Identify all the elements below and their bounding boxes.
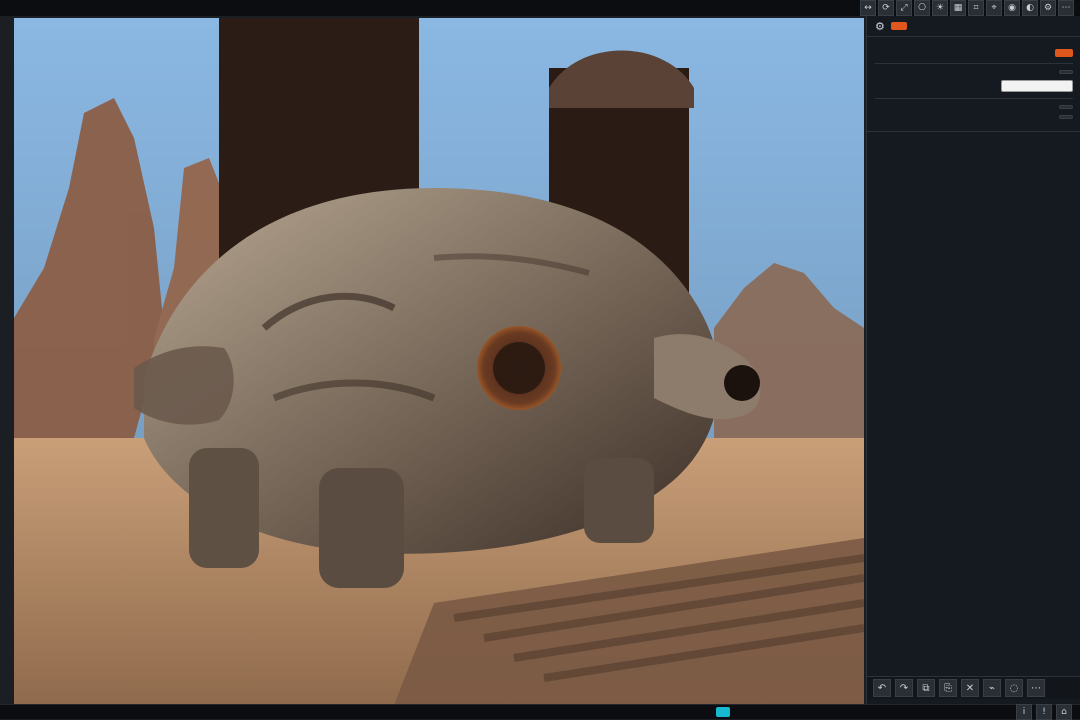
panel-header: ⚙ xyxy=(867,16,1080,37)
visibility-icon[interactable]: ◌ xyxy=(1005,679,1023,697)
bell-icon[interactable]: ⌂ xyxy=(1056,704,1072,720)
copy-icon[interactable]: ⧉ xyxy=(917,679,935,697)
gear-icon[interactable]: ⚙ xyxy=(875,20,885,33)
properties-panel: ⚙ ↶ ↷ ⧉ ⎘ ✕ ⌁ ◌ ⋯ xyxy=(866,16,1080,719)
accent-chip[interactable] xyxy=(1055,49,1073,57)
pill-button[interactable] xyxy=(1059,105,1073,109)
app-window: ↔ ⟳ ⤢ ⎔ ☀ ▦ ⌗ ⌖ ◉ ◐ ⚙ ⋯ ⚙ ↶ ↷ ⧉ ⎘ ✕ ⌁ ◌ … xyxy=(0,0,1080,720)
panel-row xyxy=(875,80,1073,92)
more-icon[interactable]: ⋯ xyxy=(1058,0,1074,16)
undo-icon[interactable]: ↶ xyxy=(873,679,891,697)
panel-row xyxy=(875,115,1073,119)
pill-button[interactable] xyxy=(1059,70,1073,74)
top-toolbar: ↔ ⟳ ⤢ ⎔ ☀ ▦ ⌗ ⌖ ◉ ◐ ⚙ ⋯ xyxy=(0,0,1080,16)
divider xyxy=(875,63,1073,64)
warning-icon[interactable]: ! xyxy=(1036,704,1052,720)
scale-icon[interactable]: ⤢ xyxy=(896,0,912,16)
panel-row xyxy=(875,49,1073,57)
rotate-icon[interactable]: ⟳ xyxy=(878,0,894,16)
panel-footer-tools: ↶ ↷ ⧉ ⎘ ✕ ⌁ ◌ ⋯ xyxy=(867,676,1080,699)
mesh-icon[interactable]: ▦ xyxy=(950,0,966,16)
panel-accent-badge xyxy=(890,22,907,30)
toolbar-buttons: ↔ ⟳ ⤢ ⎔ ☀ ▦ ⌗ ⌖ ◉ ◐ ⚙ ⋯ xyxy=(860,0,1074,16)
panel-row xyxy=(875,70,1073,74)
settings-icon[interactable]: ⚙ xyxy=(1040,0,1056,16)
status-indicator xyxy=(716,707,730,717)
status-bar: i ! ⌂ xyxy=(0,704,1080,720)
grid-icon[interactable]: ⌗ xyxy=(968,0,984,16)
move-icon[interactable]: ↔ xyxy=(860,0,876,16)
material-icon[interactable]: ◐ xyxy=(1022,0,1038,16)
info-icon[interactable]: i xyxy=(1016,704,1032,720)
text-input[interactable] xyxy=(1001,80,1073,92)
redo-icon[interactable]: ↷ xyxy=(895,679,913,697)
pill-button[interactable] xyxy=(1059,115,1073,119)
panel-section xyxy=(867,37,1080,132)
render-icon[interactable]: ◉ xyxy=(1004,0,1020,16)
divider xyxy=(875,98,1073,99)
light-icon[interactable]: ☀ xyxy=(932,0,948,16)
delete-icon[interactable]: ✕ xyxy=(961,679,979,697)
camera-icon[interactable]: ⎔ xyxy=(914,0,930,16)
lock-icon[interactable]: ⌁ xyxy=(983,679,1001,697)
more-icon[interactable]: ⋯ xyxy=(1027,679,1045,697)
paste-icon[interactable]: ⎘ xyxy=(939,679,957,697)
snap-icon[interactable]: ⌖ xyxy=(986,0,1002,16)
3d-viewport[interactable] xyxy=(14,18,864,705)
render-preview xyxy=(14,18,864,705)
status-tools: i ! ⌂ xyxy=(1016,704,1072,720)
panel-row xyxy=(875,105,1073,109)
